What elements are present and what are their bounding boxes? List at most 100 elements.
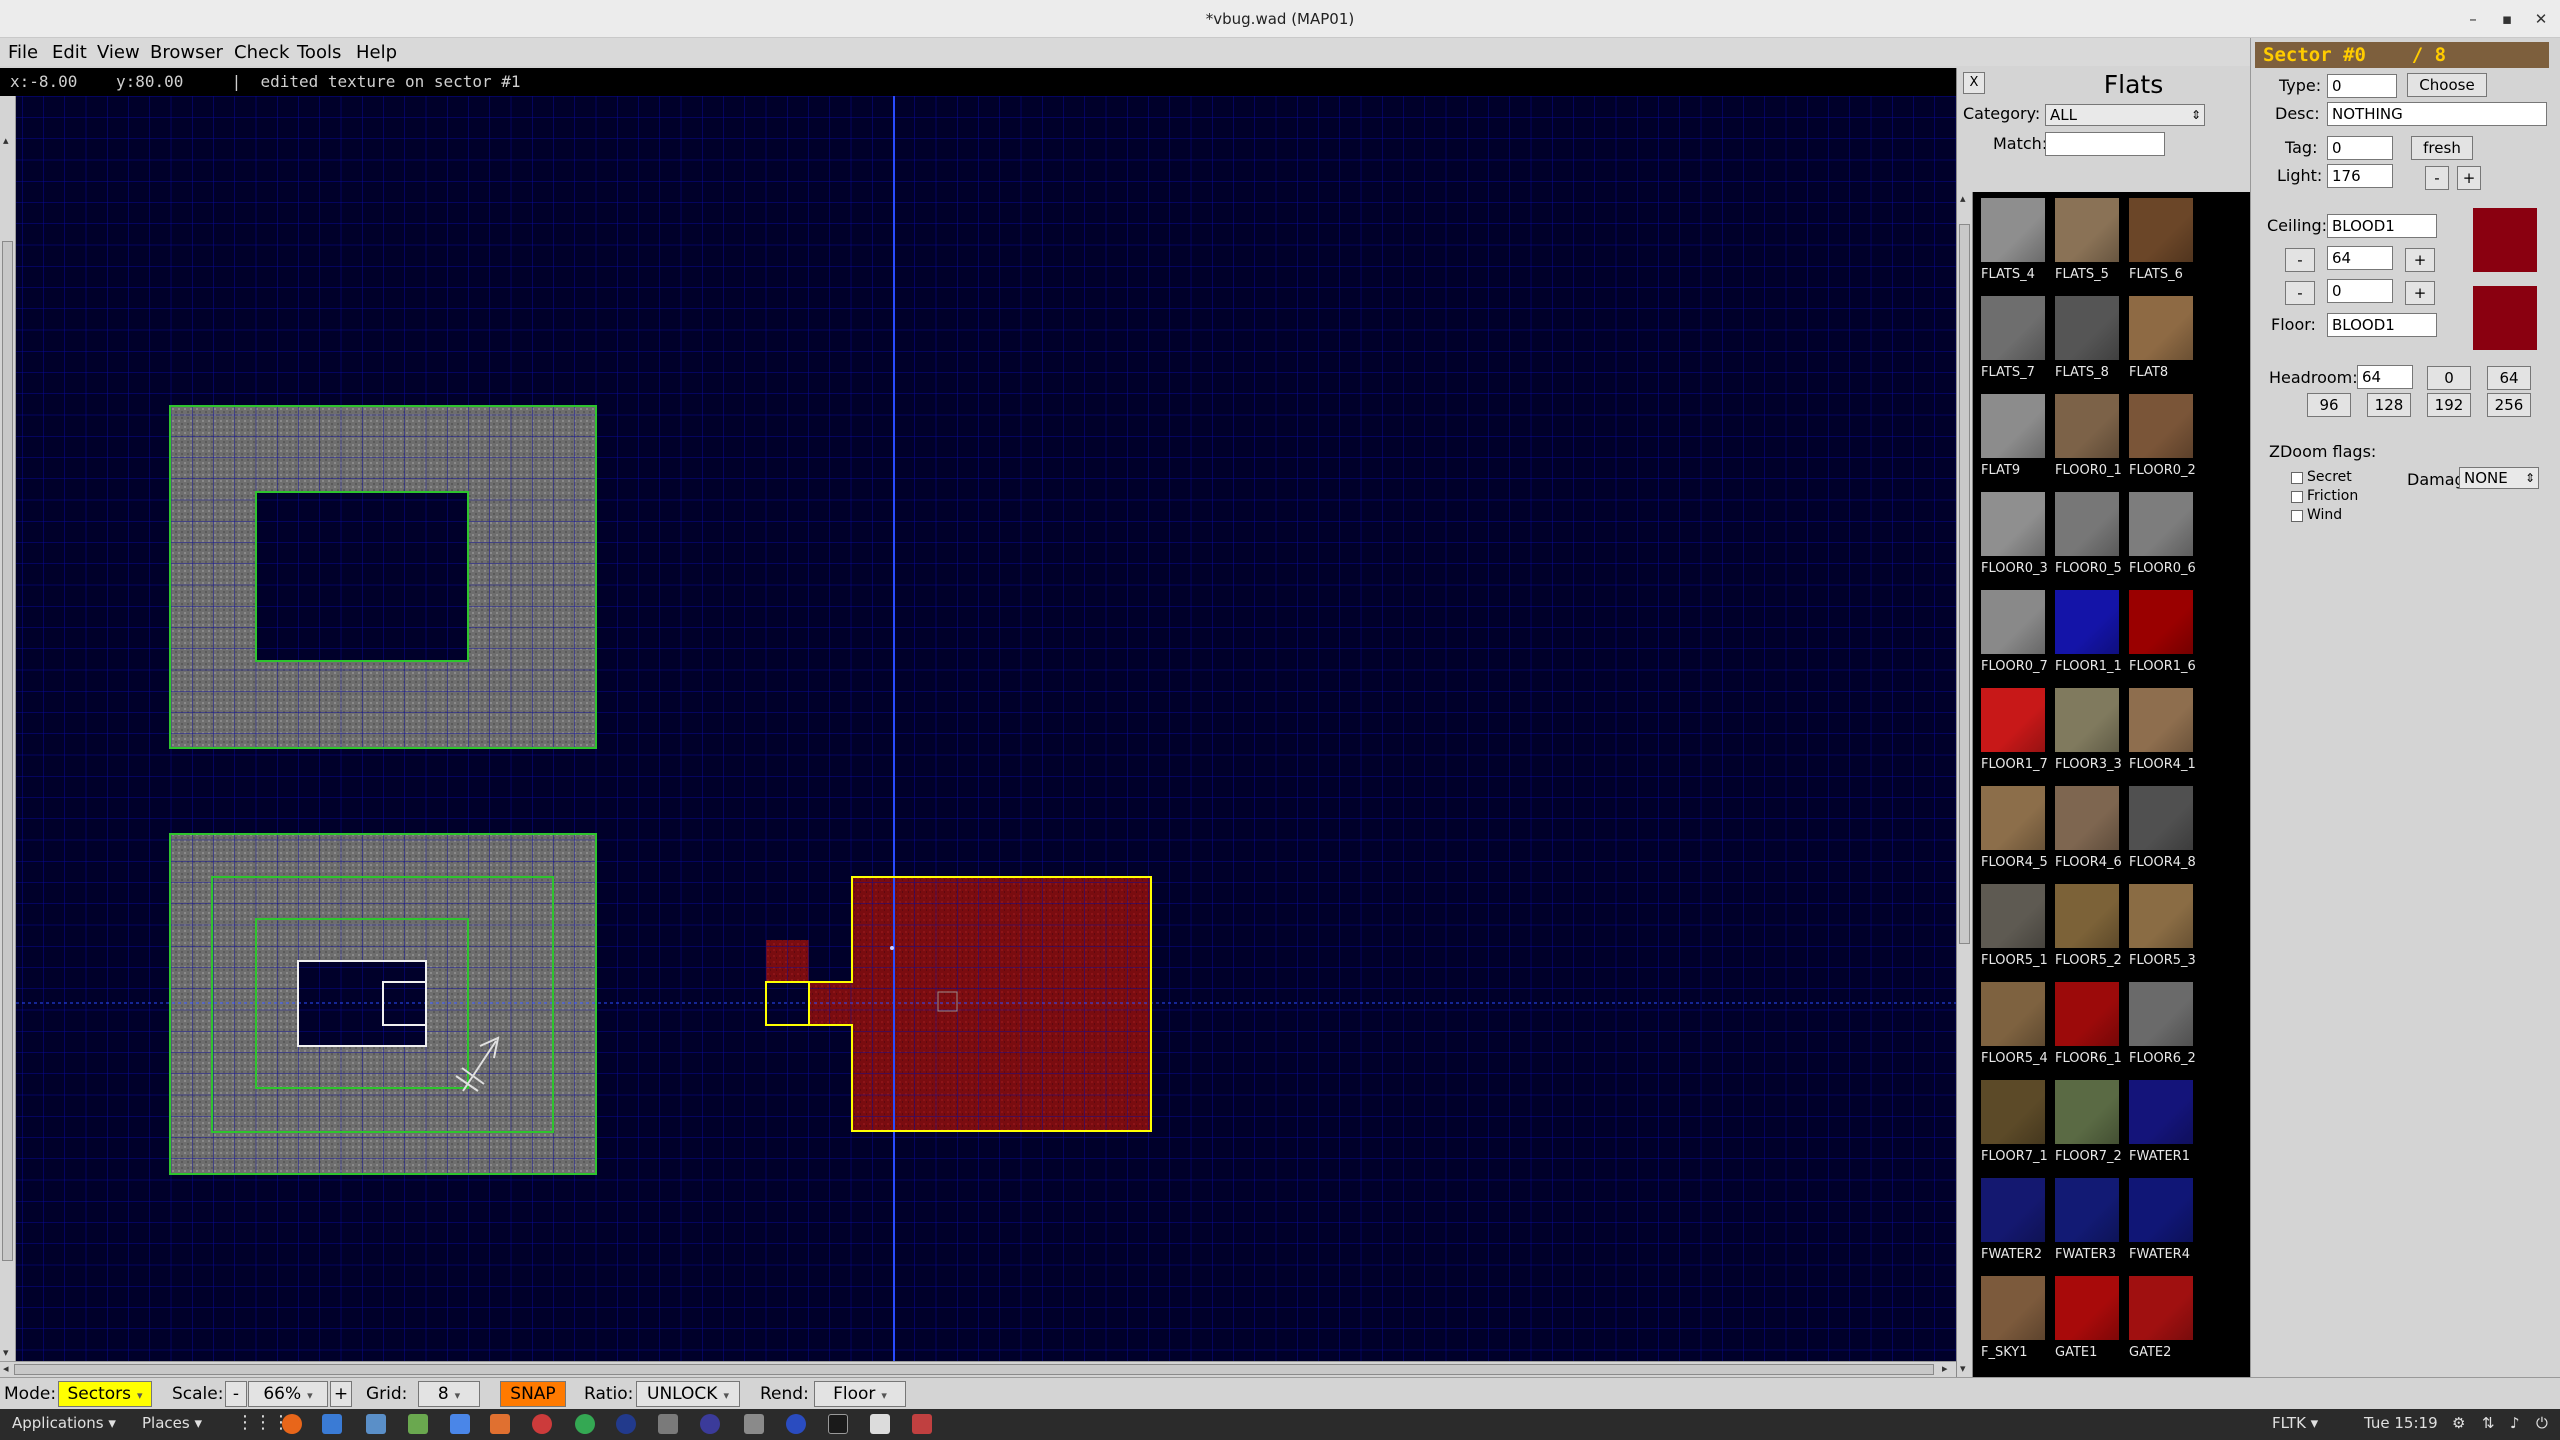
- firefox-icon[interactable]: [282, 1414, 302, 1434]
- scale-selector[interactable]: 66% ▾: [248, 1381, 328, 1407]
- flat-tile[interactable]: FLOOR1_6: [2125, 586, 2199, 684]
- help-icon[interactable]: [532, 1414, 552, 1434]
- flat-tile[interactable]: FLOOR0_3: [1977, 488, 2051, 586]
- ceiling-plus-button[interactable]: +: [2405, 248, 2435, 272]
- scrollbar-thumb[interactable]: [14, 1364, 1934, 1375]
- headroom-preset-128[interactable]: 128: [2367, 393, 2411, 417]
- flat-tile[interactable]: FLOOR6_1: [2051, 978, 2125, 1076]
- friction-checkbox[interactable]: [2291, 491, 2303, 503]
- flat-tile[interactable]: FWATER2: [1977, 1174, 2051, 1272]
- menu-file[interactable]: File: [8, 42, 38, 63]
- flat-tile[interactable]: FLATS_5: [2051, 194, 2125, 292]
- flat-tile[interactable]: FLAT8: [2125, 292, 2199, 390]
- light-input[interactable]: 176: [2327, 164, 2393, 188]
- applications-menu[interactable]: Applications ▾: [12, 1414, 116, 1432]
- flat-tile[interactable]: FLOOR4_8: [2125, 782, 2199, 880]
- maximize-icon[interactable]: ▪: [2494, 6, 2520, 32]
- flat-tile[interactable]: FWATER3: [2051, 1174, 2125, 1272]
- network-icon[interactable]: [700, 1414, 720, 1434]
- flat-tile[interactable]: FLOOR7_1: [1977, 1076, 2051, 1174]
- mode-selector[interactable]: Sectors ▾: [58, 1381, 152, 1407]
- flat-tile[interactable]: FLOOR0_5: [2051, 488, 2125, 586]
- scrollbar-thumb[interactable]: [1959, 224, 1970, 944]
- flat-tile[interactable]: FLOOR1_7: [1977, 684, 2051, 782]
- volume-icon[interactable]: ♪: [2510, 1414, 2520, 1432]
- zoom-out-button[interactable]: -: [225, 1381, 247, 1407]
- scroll-left-icon[interactable]: ◂: [3, 1362, 9, 1375]
- floor-plus-button[interactable]: +: [2405, 281, 2435, 305]
- scroll-right-icon[interactable]: ▸: [1942, 1362, 1948, 1375]
- text-editor-icon[interactable]: [408, 1414, 428, 1434]
- flat-tile[interactable]: GATE1: [2051, 1272, 2125, 1370]
- files-icon[interactable]: [658, 1414, 678, 1434]
- ceiling-texture-input[interactable]: BLOOD1: [2327, 214, 2437, 238]
- menu-check[interactable]: Check: [234, 42, 289, 63]
- damage-select[interactable]: NONE ⇕: [2459, 467, 2539, 489]
- flat-tile[interactable]: FWATER4: [2125, 1174, 2199, 1272]
- flat-tile[interactable]: FLOOR1_1: [2051, 586, 2125, 684]
- network-status-icon[interactable]: ⇅: [2482, 1414, 2495, 1432]
- tiles-scrollbar[interactable]: ▴ ▾: [1957, 192, 1973, 1377]
- headroom-preset-256[interactable]: 256: [2487, 393, 2531, 417]
- wind-checkbox[interactable]: [2291, 510, 2303, 522]
- power-icon[interactable]: ⏻: [2536, 1414, 2548, 1432]
- input-method-indicator[interactable]: FLTK ▾: [2272, 1414, 2318, 1432]
- places-menu[interactable]: Places ▾: [142, 1414, 202, 1432]
- secret-checkbox[interactable]: [2291, 472, 2303, 484]
- light-minus-button[interactable]: -: [2425, 166, 2449, 190]
- flat-tile[interactable]: FWATER1: [2125, 1076, 2199, 1174]
- category-select[interactable]: ALL ⇕: [2045, 104, 2205, 126]
- flat-tile[interactable]: FLOOR5_4: [1977, 978, 2051, 1076]
- menu-edit[interactable]: Edit: [52, 42, 87, 63]
- headroom-preset-96[interactable]: 96: [2307, 393, 2351, 417]
- flat-tile[interactable]: FLOOR4_1: [2125, 684, 2199, 782]
- scrollbar-thumb[interactable]: [2, 241, 13, 1261]
- flat-tile[interactable]: FLOOR0_1: [2051, 390, 2125, 488]
- fresh-tag-button[interactable]: fresh: [2411, 136, 2473, 160]
- headroom-preset-0[interactable]: 0: [2427, 366, 2471, 390]
- menu-tools[interactable]: Tools: [297, 42, 341, 63]
- type-input[interactable]: 0: [2327, 74, 2397, 98]
- menu-view[interactable]: View: [97, 42, 140, 63]
- ceiling-texture-preview[interactable]: [2473, 208, 2537, 272]
- ratio-selector[interactable]: UNLOCK ▾: [636, 1381, 740, 1407]
- console-icon[interactable]: [828, 1414, 848, 1434]
- scroll-down-icon[interactable]: ▾: [3, 1346, 9, 1359]
- floor-height-input[interactable]: 0: [2327, 279, 2393, 303]
- flat-tile[interactable]: FLOOR3_3: [2051, 684, 2125, 782]
- flat-tile[interactable]: FLATS_7: [1977, 292, 2051, 390]
- flat-tile[interactable]: FLOOR0_2: [2125, 390, 2199, 488]
- flat-tile[interactable]: FLOOR5_3: [2125, 880, 2199, 978]
- ceiling-minus-button[interactable]: -: [2285, 248, 2315, 272]
- flat-tile[interactable]: FLOOR5_2: [2051, 880, 2125, 978]
- flat-tile[interactable]: FLATS_8: [2051, 292, 2125, 390]
- tools-icon[interactable]: [744, 1414, 764, 1434]
- chrome-icon[interactable]: [575, 1414, 595, 1434]
- floor-texture-preview[interactable]: [2473, 286, 2537, 350]
- light-plus-button[interactable]: +: [2457, 166, 2481, 190]
- flat-tile[interactable]: FLOOR0_6: [2125, 488, 2199, 586]
- flat-tile[interactable]: FLOOR4_6: [2051, 782, 2125, 880]
- flat-tile[interactable]: FLOOR7_2: [2051, 1076, 2125, 1174]
- map-svg[interactable]: [16, 96, 1956, 1361]
- thunderbird-icon[interactable]: [322, 1414, 342, 1434]
- scroll-up-icon[interactable]: ▴: [1960, 192, 1966, 205]
- menu-help[interactable]: Help: [356, 42, 397, 63]
- eureka-icon[interactable]: [912, 1414, 932, 1434]
- flat-tile[interactable]: FLATS_6: [2125, 194, 2199, 292]
- flat-tile[interactable]: FLOOR5_1: [1977, 880, 2051, 978]
- close-icon[interactable]: ✕: [2528, 6, 2554, 32]
- flat-tile[interactable]: FLOOR4_5: [1977, 782, 2051, 880]
- snap-toggle[interactable]: SNAP: [500, 1381, 566, 1407]
- flat-tile[interactable]: FLOOR6_2: [2125, 978, 2199, 1076]
- map-horizontal-scrollbar[interactable]: ◂ ▸: [0, 1361, 1956, 1377]
- floor-minus-button[interactable]: -: [2285, 281, 2315, 305]
- flat-tile[interactable]: F_SKY1: [1977, 1272, 2051, 1370]
- scroll-up-icon[interactable]: ▴: [3, 134, 9, 147]
- accessibility-icon[interactable]: ⚙: [2452, 1414, 2465, 1432]
- flats-tile-grid[interactable]: ▴ ▾ FLATS_4 FLATS_5 FLATS_6 FLATS_7 FLATS_8 F…: [1957, 192, 2251, 1377]
- remote-icon[interactable]: [786, 1414, 806, 1434]
- headroom-preset-192[interactable]: 192: [2427, 393, 2471, 417]
- ceiling-height-input[interactable]: 64: [2327, 246, 2393, 270]
- match-input[interactable]: [2045, 132, 2165, 156]
